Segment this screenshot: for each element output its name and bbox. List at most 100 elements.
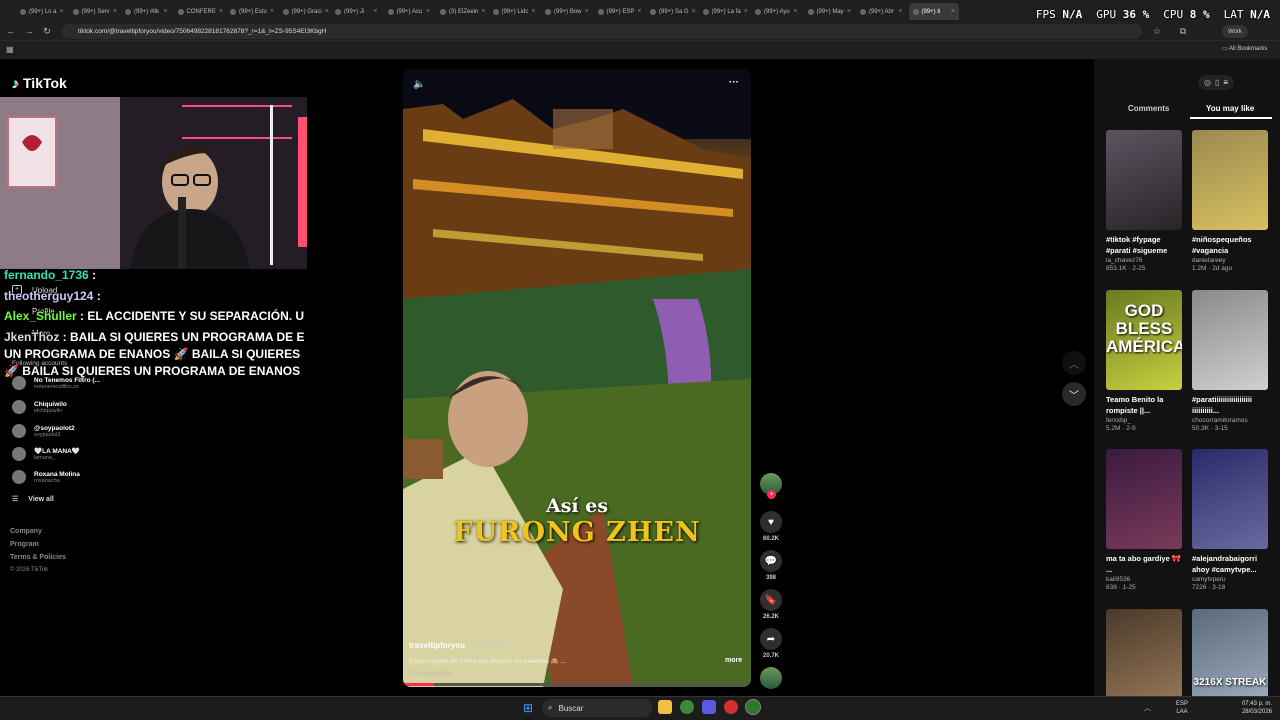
like-button[interactable]: ♥ 60.2K: [760, 511, 782, 542]
browser-tab[interactable]: (99+) ti ×: [908, 3, 959, 20]
video-thumbnail[interactable]: GOD BLESS AMÉRICA: [1106, 290, 1182, 390]
close-icon[interactable]: ×: [898, 8, 902, 15]
following-account-item[interactable]: Chiquiwilo elchiquiwilo: [12, 400, 67, 414]
close-icon[interactable]: ×: [373, 8, 377, 15]
video-thumbnail[interactable]: [1106, 449, 1182, 549]
close-icon[interactable]: ×: [585, 8, 589, 15]
browser-tab[interactable]: (99+) Lo a ×: [16, 3, 67, 20]
compass-icon[interactable]: ◎: [1204, 78, 1211, 87]
recommended-video-card[interactable]: GOD BLESS AMÉRICA Teamo Benito la rompist…: [1106, 290, 1182, 432]
tab-you-may-like[interactable]: You may like: [1206, 104, 1254, 113]
tiktok-logo[interactable]: ♪ TikTok: [12, 75, 67, 91]
footer-terms[interactable]: Terms & Policies: [10, 554, 66, 561]
following-account-item[interactable]: 🤍LA MANA🤍 lamana_: [12, 447, 80, 461]
video-author[interactable]: traveltipforyou · 2025-5-21: [409, 641, 509, 650]
card-author[interactable]: danielareey: [1192, 257, 1268, 264]
card-author[interactable]: camytvperu: [1192, 576, 1268, 583]
card-author[interactable]: chocorramitoramos: [1192, 417, 1268, 424]
browser-tab[interactable]: (99+) Serv ×: [69, 3, 120, 20]
recommended-video-card[interactable]: ma ta abo gardiye 🎀 ... kali9536 838 · 1-2…: [1106, 449, 1182, 591]
close-icon[interactable]: ×: [481, 8, 485, 15]
footer-company[interactable]: Company: [10, 528, 42, 535]
browser-tab[interactable]: (99+) Sa G ×: [646, 3, 697, 20]
browser-tab[interactable]: (99+) #tik ×: [121, 3, 172, 20]
close-icon[interactable]: ×: [951, 8, 955, 15]
close-icon[interactable]: ×: [219, 8, 223, 15]
video-progress-bar[interactable]: [403, 683, 751, 686]
close-icon[interactable]: ×: [325, 8, 329, 15]
language-indicator[interactable]: ESP LAA: [1176, 700, 1188, 716]
music-disc[interactable]: [760, 667, 782, 689]
browser-tab[interactable]: (99+) May ×: [804, 3, 855, 20]
video-thumbnail[interactable]: [1192, 449, 1268, 549]
url-input[interactable]: tiktok.com/@traveltipforyou/video/750649…: [62, 24, 1142, 39]
close-icon[interactable]: ×: [692, 8, 696, 15]
windows-start-icon[interactable]: ⊞: [523, 701, 533, 715]
discord-icon[interactable]: [702, 700, 716, 714]
browser-tab[interactable]: CONFERE ×: [174, 3, 225, 20]
tray-chevron-icon[interactable]: ︿: [1144, 703, 1151, 713]
recommended-video-card[interactable]: 3216X STREAK: [1192, 609, 1268, 709]
video-player[interactable]: Así es FURONG ZHEN 🔈 ··· traveltipforyou…: [403, 69, 751, 687]
browser-tab[interactable]: (99+) Abr ×: [856, 3, 907, 20]
see-translation-link[interactable]: See translation: [409, 670, 452, 677]
author-name[interactable]: traveltipforyou: [409, 641, 465, 650]
view-all-link[interactable]: ☰ View all: [12, 495, 54, 504]
back-icon[interactable]: ←: [4, 24, 18, 38]
card-title[interactable]: #tiktok #fypage #parati #sigueme: [1106, 234, 1182, 256]
recommended-video-card[interactable]: #tiktok #fypage #parati #sigueme la_chave…: [1106, 130, 1182, 272]
reload-icon[interactable]: ↻: [40, 24, 54, 38]
browser-tab[interactable]: (99+) Acu ×: [384, 3, 435, 20]
volume-icon[interactable]: 🔈: [413, 79, 425, 90]
card-title[interactable]: #paratiiiiiiiiiiiiiiiiii iiiiiiiiii...: [1192, 394, 1268, 416]
video-thumbnail[interactable]: [1106, 130, 1182, 230]
browser-tab[interactable]: (99+) La fa ×: [699, 3, 750, 20]
follow-plus-icon[interactable]: +: [767, 490, 776, 499]
file-explorer-icon[interactable]: [658, 700, 672, 714]
card-author[interactable]: kali9536: [1106, 576, 1182, 583]
share-button[interactable]: ➦ 20.7K: [760, 628, 782, 659]
close-icon[interactable]: ×: [113, 8, 117, 15]
clock[interactable]: 07:43 p. m. 28/03/2026: [1242, 700, 1272, 716]
video-thumbnail[interactable]: [1192, 130, 1268, 230]
phone-icon[interactable]: ▯: [1215, 78, 1219, 87]
tab-comments[interactable]: Comments: [1128, 104, 1169, 113]
extensions-icon[interactable]: ⧉: [1176, 24, 1190, 38]
browser-tab[interactable]: (99+) Ayu ×: [751, 3, 802, 20]
following-account-item[interactable]: No Tenemos Filtro (... notenemosfiltro.zs: [12, 376, 100, 390]
card-title[interactable]: Teamo Benito la rompiste ||...: [1106, 394, 1182, 416]
browser-tab[interactable]: (99+) Lidc ×: [489, 3, 540, 20]
video-thumbnail[interactable]: [1192, 290, 1268, 390]
recommended-video-card[interactable]: [1106, 609, 1182, 709]
forward-icon[interactable]: →: [22, 24, 36, 38]
more-options-icon[interactable]: ···: [729, 77, 739, 88]
card-title[interactable]: #alejandrabaigorri ahoy #camytvpe...: [1192, 553, 1268, 575]
following-account-item[interactable]: @soypaolot2 soypaolot2: [12, 424, 75, 438]
star-icon[interactable]: ☆: [1150, 24, 1164, 38]
save-button[interactable]: 🔖 26.2K: [760, 589, 782, 620]
card-author[interactable]: la_chavez76: [1106, 257, 1182, 264]
browser-tab[interactable]: (3) ElZeein ×: [436, 3, 487, 20]
description-more-button[interactable]: more: [725, 657, 742, 664]
close-icon[interactable]: ×: [744, 8, 748, 15]
apps-icon[interactable]: ▦: [6, 45, 14, 54]
card-author[interactable]: ferxxbp_: [1106, 417, 1182, 424]
close-icon[interactable]: ×: [163, 8, 167, 15]
all-bookmarks[interactable]: ▭ All Bookmarks: [1222, 45, 1267, 52]
close-icon[interactable]: ×: [531, 8, 535, 15]
browser-tab[interactable]: (99+) Ji ×: [331, 3, 382, 20]
chrome-active-icon[interactable]: [745, 699, 761, 715]
profile-button[interactable]: Work: [1222, 25, 1248, 38]
taskbar-search[interactable]: ⌕ Buscar: [542, 699, 652, 717]
recommended-video-card[interactable]: #niñospequeños #vagancia danielareey 1.2M …: [1192, 130, 1268, 272]
comment-button[interactable]: 💬 398: [760, 550, 782, 581]
browser-tab[interactable]: (99+) Graci ×: [279, 3, 330, 20]
chrome-icon[interactable]: [680, 700, 694, 714]
close-icon[interactable]: ×: [847, 8, 851, 15]
recommended-video-card[interactable]: #alejandrabaigorri ahoy #camytvpe... camy…: [1192, 449, 1268, 591]
browser-tab[interactable]: (99+) ESP ×: [594, 3, 645, 20]
app-icon[interactable]: [724, 700, 738, 714]
footer-program[interactable]: Program: [10, 541, 39, 548]
following-account-item[interactable]: Roxana Molina roxanacha: [12, 470, 80, 484]
recommended-video-card[interactable]: #paratiiiiiiiiiiiiiiiiii iiiiiiiiii... ch…: [1192, 290, 1268, 432]
